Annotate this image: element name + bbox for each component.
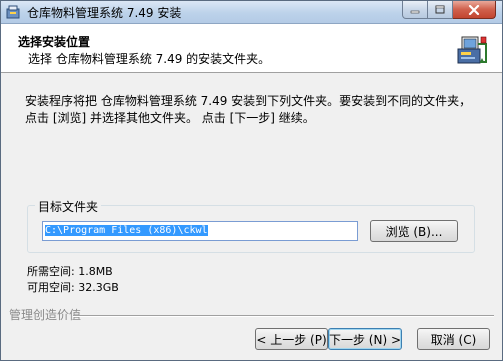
installer-app-icon: [6, 5, 20, 19]
page-subtitle: 选择 仓库物料管理系统 7.49 的安装文件夹。: [28, 52, 271, 66]
close-button[interactable]: [453, 1, 496, 19]
page-title: 选择安装位置: [18, 35, 91, 49]
installer-window: 仓库物料管理系统 7.49 安装 选择安装位置 选择 仓库物料管理系统 7.49…: [0, 0, 503, 361]
cancel-button[interactable]: 取消 (C): [417, 328, 490, 350]
minimize-button[interactable]: [402, 1, 428, 19]
destination-folder-group: 目标文件夹 C:\Program Files (x86)\ckwl 浏览 (B)…: [27, 198, 475, 253]
destination-path-value: C:\Program Files (x86)\ckwl: [45, 225, 208, 236]
space-available: 可用空间: 32.3GB: [27, 281, 119, 294]
back-button[interactable]: < 上一步 (P): [255, 328, 328, 350]
installer-box-icon: [457, 36, 487, 64]
close-icon: [468, 4, 480, 15]
maximize-icon: [435, 5, 445, 14]
window-title: 仓库物料管理系统 7.49 安装: [27, 6, 182, 20]
maximize-button[interactable]: [428, 1, 453, 19]
next-button[interactable]: 下一步 (N) >: [328, 328, 402, 350]
intro-line-2: 点击 [浏览] 并选择其他文件夹。 点击 [下一步] 继续。: [25, 111, 315, 125]
intro-line-1: 安装程序将把 仓库物料管理系统 7.49 安装到下列文件夹。要安装到不同的文件夹…: [25, 94, 472, 108]
footer-separator: [73, 315, 494, 317]
header-panel: 选择安装位置 选择 仓库物料管理系统 7.49 的安装文件夹。: [1, 24, 502, 73]
window-controls: [402, 1, 496, 20]
space-required: 所需空间: 1.8MB: [27, 265, 113, 278]
title-bar[interactable]: 仓库物料管理系统 7.49 安装: [1, 1, 502, 24]
intro-text: 安装程序将把 仓库物料管理系统 7.49 安装到下列文件夹。要安装到不同的文件夹…: [25, 93, 495, 127]
destination-folder-label: 目标文件夹: [35, 198, 102, 215]
disk-space-info: 所需空间: 1.8MB 可用空间: 32.3GB: [27, 264, 119, 296]
browse-button[interactable]: 浏览 (B)...: [370, 220, 458, 242]
brand-label: 管理创造价值: [9, 308, 82, 322]
minimize-icon: [410, 10, 420, 13]
destination-path-input[interactable]: C:\Program Files (x86)\ckwl: [42, 221, 358, 241]
